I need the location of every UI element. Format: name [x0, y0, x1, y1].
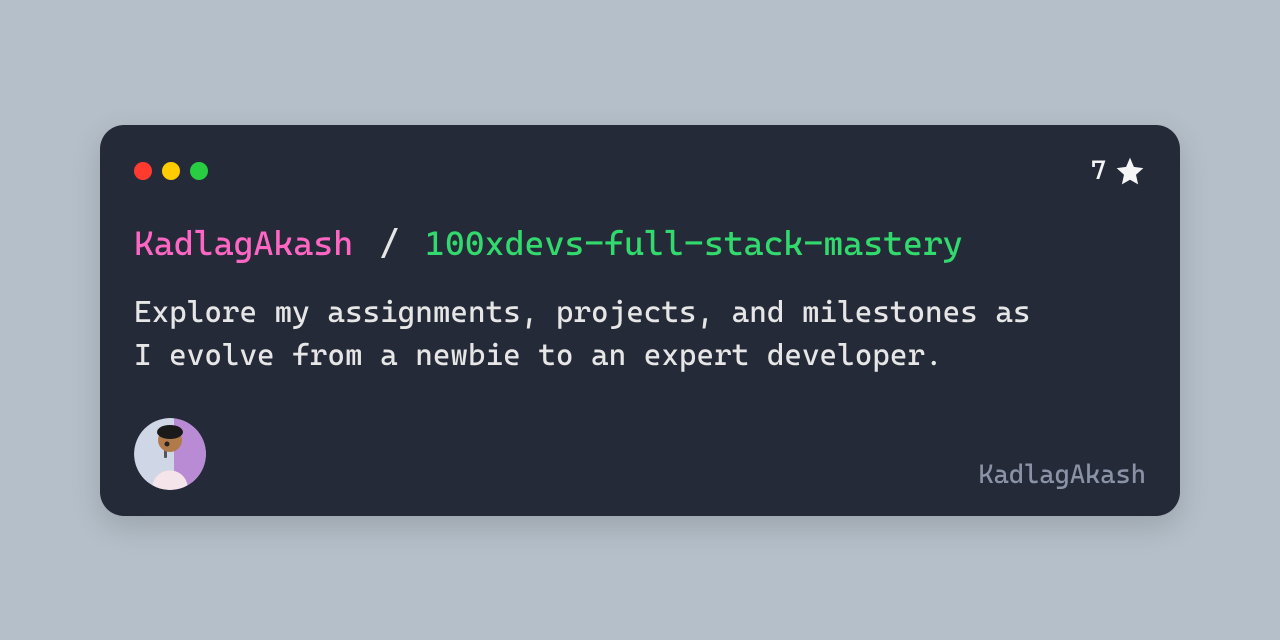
- traffic-lights: [134, 162, 208, 180]
- repo-owner[interactable]: KadlagAkash: [134, 223, 353, 263]
- maximize-icon[interactable]: [190, 162, 208, 180]
- minimize-icon[interactable]: [162, 162, 180, 180]
- star-count: 7: [1091, 156, 1106, 186]
- star-area: 7: [1091, 155, 1146, 187]
- close-icon[interactable]: [134, 162, 152, 180]
- repo-title: KadlagAkash / 100xdevs-full-stack-master…: [134, 223, 1146, 263]
- card-topbar: 7: [134, 155, 1146, 187]
- card-footer: KadlagAkash: [134, 418, 1146, 490]
- repo-description: Explore my assignments, projects, and mi…: [134, 291, 1054, 378]
- repo-card: 7 KadlagAkash / 100xdevs-full-stack-mast…: [100, 125, 1180, 516]
- avatar[interactable]: [134, 418, 206, 490]
- star-icon: [1114, 155, 1146, 187]
- title-separator: /: [373, 223, 405, 263]
- author-name: KadlagAkash: [978, 460, 1146, 490]
- repo-name[interactable]: 100xdevs-full-stack-mastery: [425, 223, 963, 263]
